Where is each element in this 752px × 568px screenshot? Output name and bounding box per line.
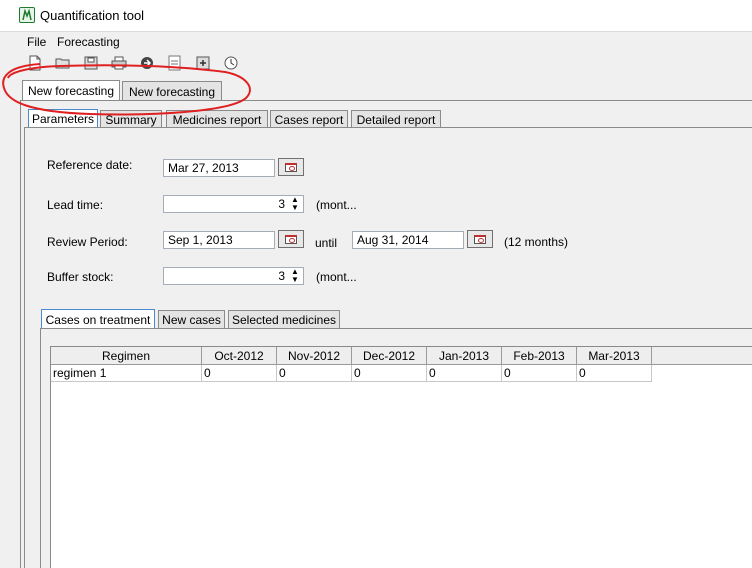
calendar-icon (285, 234, 297, 244)
buffer-stock-unit: (mont... (316, 270, 357, 284)
tab-cases-report[interactable]: Cases report (270, 110, 348, 128)
toolbar (0, 53, 752, 75)
tab-detailed-report[interactable]: Detailed report (351, 110, 441, 128)
column-header-oct-2012[interactable]: Oct-2012 (202, 347, 277, 365)
column-header-jan-2013[interactable]: Jan-2013 (427, 347, 502, 365)
add-icon[interactable] (195, 55, 211, 71)
buffer-stock-value: 3 (278, 269, 285, 283)
table-cell[interactable]: 0 (577, 365, 652, 382)
table-cell[interactable]: 0 (277, 365, 352, 382)
clock-icon[interactable] (223, 55, 239, 71)
title-bar: Quantification tool (0, 0, 752, 32)
review-period-duration: (12 months) (504, 235, 569, 249)
open-folder-icon[interactable] (55, 55, 71, 71)
table-cell[interactable]: 0 (202, 365, 277, 382)
column-header-filler (652, 347, 752, 365)
review-period-label: Review Period: (47, 235, 128, 249)
stepper-arrows-icon[interactable]: ▲ ▼ (289, 196, 301, 212)
calendar-icon (285, 162, 297, 172)
column-header-nov-2012[interactable]: Nov-2012 (277, 347, 352, 365)
buffer-stock-stepper[interactable]: 3 ▲ ▼ (163, 267, 304, 285)
table-cell[interactable]: 0 (427, 365, 502, 382)
column-header-regimen[interactable]: Regimen (51, 347, 202, 365)
export-icon[interactable] (167, 55, 183, 71)
app-logo-icon (19, 7, 35, 23)
reference-date-calendar-button[interactable] (278, 158, 304, 176)
reference-date-field[interactable]: Mar 27, 2013 (163, 159, 275, 177)
table-cell[interactable]: 0 (502, 365, 577, 382)
review-period-from-calendar-button[interactable] (278, 230, 304, 248)
review-period-to-field[interactable]: Aug 31, 2014 (352, 231, 464, 249)
go-icon[interactable] (139, 55, 155, 71)
tab-selected-medicines[interactable]: Selected medicines (228, 310, 340, 329)
doc-tab-new-forecasting-2[interactable]: New forecasting (122, 81, 222, 101)
table-cell[interactable]: 0 (352, 365, 427, 382)
menu-bar: File Forecasting (0, 33, 752, 53)
tab-new-cases[interactable]: New cases (158, 310, 225, 329)
menu-forecasting[interactable]: Forecasting (57, 35, 120, 49)
window-title: Quantification tool (40, 8, 145, 23)
column-header-feb-2013[interactable]: Feb-2013 (502, 347, 577, 365)
lead-time-stepper[interactable]: 3 ▲ ▼ (163, 195, 304, 213)
reference-date-label: Reference date: (47, 158, 133, 172)
stepper-arrows-icon[interactable]: ▲ ▼ (289, 268, 301, 284)
review-period-to-calendar-button[interactable] (467, 230, 493, 248)
lead-time-unit: (mont... (316, 198, 357, 212)
tab-medicines-report[interactable]: Medicines report (166, 110, 268, 128)
table-cell-regimen[interactable]: regimen 1 (51, 365, 202, 382)
buffer-stock-label: Buffer stock: (47, 270, 114, 284)
tab-parameters[interactable]: Parameters (28, 109, 98, 128)
save-icon[interactable] (83, 55, 99, 71)
new-file-icon[interactable] (27, 55, 43, 71)
review-period-from-field[interactable]: Sep 1, 2013 (163, 231, 275, 249)
tab-cases-on-treatment[interactable]: Cases on treatment (41, 309, 155, 329)
column-header-dec-2012[interactable]: Dec-2012 (352, 347, 427, 365)
lead-time-value: 3 (278, 197, 285, 211)
doc-tab-new-forecasting-1[interactable]: New forecasting (22, 80, 120, 101)
lead-time-label: Lead time: (47, 198, 104, 212)
tab-summary[interactable]: Summary (100, 110, 162, 128)
menu-file[interactable]: File (27, 35, 46, 49)
print-icon[interactable] (111, 55, 127, 71)
calendar-icon (474, 234, 486, 244)
column-header-mar-2013[interactable]: Mar-2013 (577, 347, 652, 365)
until-label: until (315, 236, 338, 250)
